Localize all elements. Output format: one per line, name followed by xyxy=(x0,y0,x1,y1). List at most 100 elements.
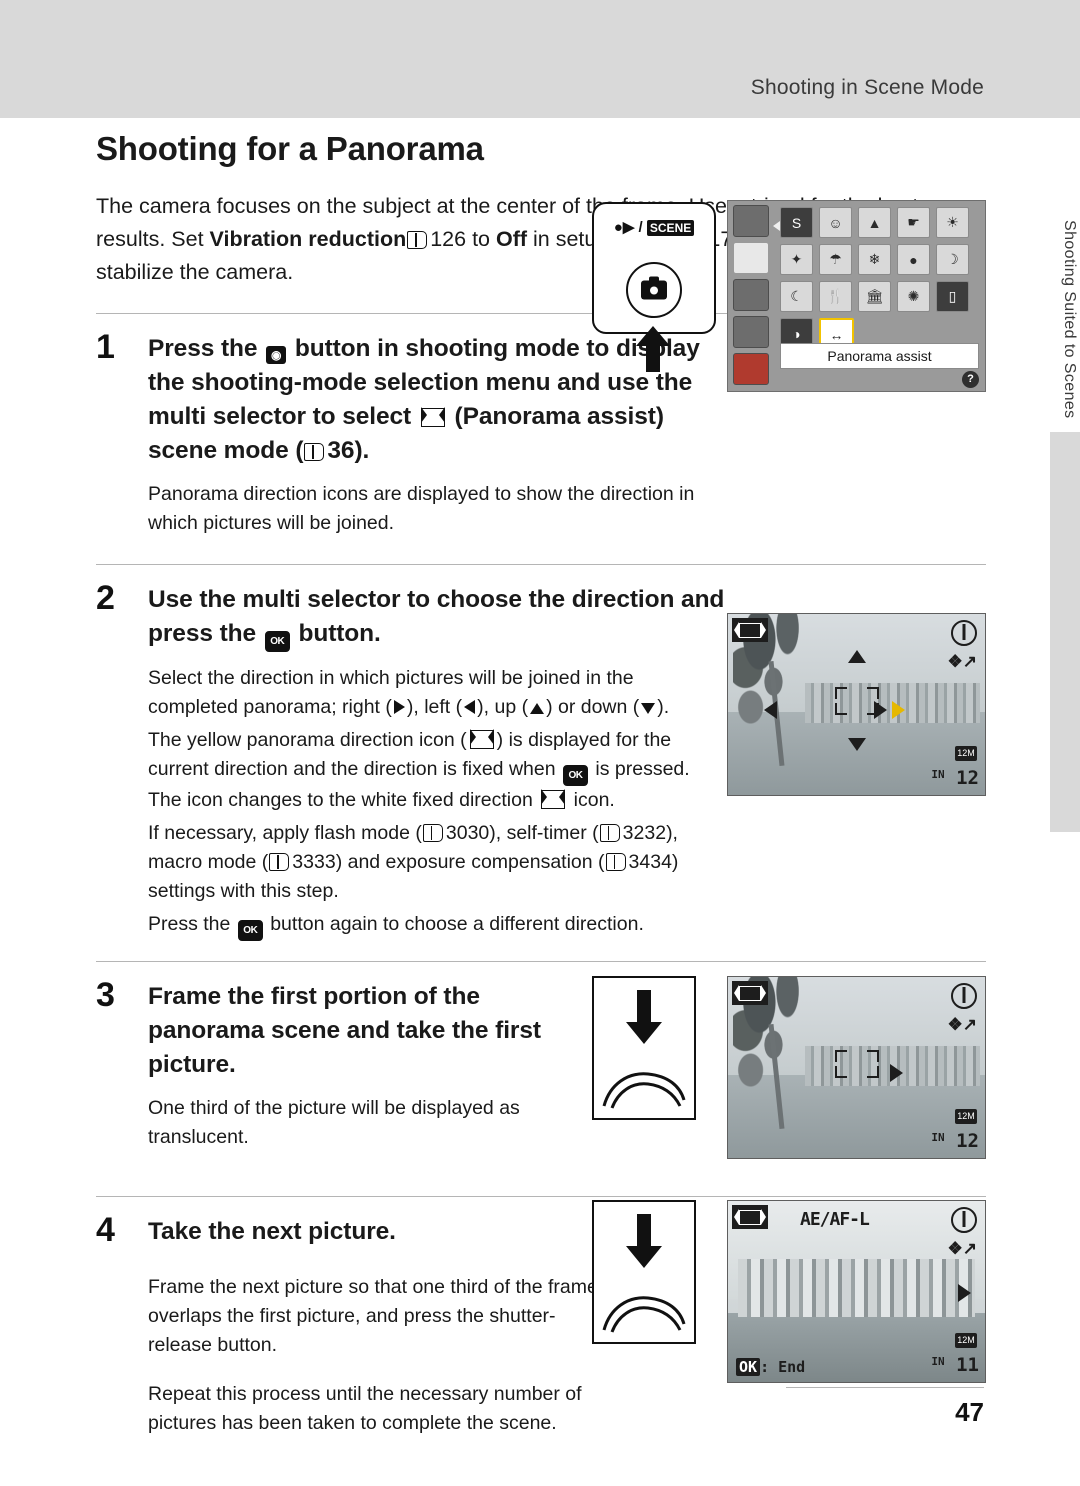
step-2-number: 2 xyxy=(96,579,115,617)
press-up-arrow-icon xyxy=(636,326,670,372)
step-2-heading: Use the multi selector to choose the dir… xyxy=(148,583,728,652)
scene-mode-glyph: SCENE xyxy=(646,220,695,236)
lcd4-frames-remaining: IN 11 xyxy=(931,1354,979,1376)
lcd4-macro-icon: ❖↗ xyxy=(947,1239,977,1258)
sidebar-icon-smart xyxy=(733,316,769,348)
ok-button-icon: OK xyxy=(264,631,290,652)
lcd2-focus-brackets xyxy=(834,686,879,715)
t: The yellow panorama direction icon ( xyxy=(148,729,467,751)
step-4-note-2: Repeat this process until the necessary … xyxy=(148,1383,582,1434)
figure-lcd-step3: ❖↗ 12M IN 12 xyxy=(727,976,986,1159)
ref-exposure: 34 xyxy=(628,851,651,873)
intro-bold-off: Off xyxy=(495,227,528,251)
lcd2-direction-left xyxy=(764,700,777,719)
lcd3-direction-right-fixed xyxy=(889,1063,903,1082)
scene-icon-landscape: ▲ xyxy=(858,207,891,238)
panorama-assist-icon xyxy=(420,407,445,427)
book-ref-icon xyxy=(304,443,325,461)
t: icon. xyxy=(568,789,615,811)
scene-icon-sports: ☛ xyxy=(897,207,930,238)
lcd4-image-size: 12M xyxy=(955,1333,977,1348)
lcd4-cityscape xyxy=(738,1258,975,1317)
divider xyxy=(96,564,986,565)
lcd3-battery-icon xyxy=(951,983,977,1009)
help-badge-icon: ? xyxy=(962,371,979,388)
lcd2-macro-icon: ❖↗ xyxy=(947,652,977,671)
lcd3-image-size: 12M xyxy=(955,1109,977,1124)
scene-icon-portrait: ☺ xyxy=(819,207,852,238)
lcd3-in-prefix: IN xyxy=(931,1131,945,1144)
scene-icon-grid: S ☺ ▲ ☛ ☀ ✦ ☂ ❄ ● ☽ ☾ 🍴 🏛 ✺ ▯ ◑ ↔ xyxy=(780,207,979,357)
scene-icon-dusk: ☽ xyxy=(936,244,969,275)
step-3-note-1: One third of the picture will be display… xyxy=(148,1097,520,1148)
scene-icon-museum: 🏛 xyxy=(858,281,891,312)
step-1-body: Panorama direction icons are displayed t… xyxy=(148,480,708,538)
lcd4-battery-icon xyxy=(951,1207,977,1233)
t: Press the xyxy=(148,913,236,935)
arrow-right-icon xyxy=(393,700,405,714)
lcd3-panorama-mode-icon xyxy=(732,981,768,1005)
panorama-direction-icon xyxy=(469,729,494,749)
step-1-heading-d: ). xyxy=(354,437,370,464)
figure-lcd-step4: AE/AF-L ❖↗ 12M IN 11 OK: End xyxy=(727,1200,986,1383)
intro-text-2: to xyxy=(466,227,496,251)
sidebar-icon-portrait xyxy=(733,279,769,311)
step-3-heading: Frame the first portion of the panorama … xyxy=(148,983,541,1078)
book-ref-icon xyxy=(605,853,626,871)
scene-icon-food: 🍴 xyxy=(819,281,852,312)
ref-macro: 33 xyxy=(292,851,314,873)
book-ref-icon xyxy=(422,824,443,842)
lcd4-in-prefix: IN xyxy=(931,1355,945,1368)
step-1-heading-a: Press the xyxy=(148,335,265,362)
fixed-direction-icon xyxy=(541,789,566,809)
menu-left-arrow-icon xyxy=(773,221,780,231)
sidebar-icon-scene xyxy=(733,242,769,274)
divider xyxy=(96,1196,986,1197)
book-ref-icon xyxy=(599,824,620,842)
scene-icon-copy: ▯ xyxy=(936,281,969,312)
scene-row-2: ✦ ☂ ❄ ● ☽ xyxy=(780,244,979,275)
arrow-left-icon xyxy=(464,700,476,714)
footer-divider xyxy=(786,1387,984,1388)
t: ), up ( xyxy=(477,696,529,718)
sidebar-icon-auto xyxy=(733,205,769,237)
step-2-body: Select the direction in which pictures w… xyxy=(148,664,728,941)
book-ref-icon xyxy=(407,231,428,249)
step-2-heading-b: button. xyxy=(291,620,381,647)
figure-lcd-step2: ❖↗ 12M IN 12 xyxy=(727,613,986,796)
lcd3-macro-icon: ❖↗ xyxy=(947,1015,977,1034)
scene-icon-night-portrait: ☀ xyxy=(936,207,969,238)
press-down-arrow-icon xyxy=(626,990,662,1044)
divider xyxy=(96,961,986,962)
intro-bold-vibration-reduction: Vibration reduction xyxy=(209,227,407,251)
step-4-heading: Take the next picture. xyxy=(148,1218,396,1245)
lcd4-direction-right-fixed xyxy=(958,1284,971,1303)
step-3-number: 3 xyxy=(96,976,115,1014)
scene-icon-snow: ❄ xyxy=(858,244,891,275)
lcd2-frames-remaining: IN 12 xyxy=(931,767,979,789)
figure-press-shutter-step4 xyxy=(592,1200,696,1344)
scene-row-3: ☾ 🍴 🏛 ✺ ▯ xyxy=(780,281,979,312)
arrow-up-icon xyxy=(530,703,545,714)
lcd3-frames-remaining: IN 12 xyxy=(931,1130,979,1152)
t: 33) and exposure compensation ( xyxy=(314,851,605,873)
lcd2-direction-up xyxy=(847,650,866,663)
lcd2-battery-icon xyxy=(951,620,977,646)
scene-icon-party: ✦ xyxy=(780,244,813,275)
lcd4-end-hint: OK: End xyxy=(736,1358,805,1376)
scene-icon-night-landscape: ☾ xyxy=(780,281,813,312)
step-2-note-4: Press the OK button again to choose a di… xyxy=(148,910,728,941)
menu-sidebar xyxy=(730,203,770,389)
hand-finger-icon xyxy=(602,1072,686,1109)
lcd2-count-value: 12 xyxy=(956,767,979,789)
scene-icon-fireworks: ✺ xyxy=(897,281,930,312)
lcd4-ok-key: OK xyxy=(736,1358,761,1376)
step-1-note-1: Panorama direction icons are displayed t… xyxy=(148,483,695,534)
arrow-down-icon xyxy=(641,703,656,714)
t: If necessary, apply flash mode ( xyxy=(148,822,422,844)
lcd4-end-label: : End xyxy=(760,1358,806,1376)
step-2-note-3: If necessary, apply flash mode (3030), s… xyxy=(148,819,728,906)
lcd2-image-size: 12M xyxy=(955,746,977,761)
manual-page: Shooting in Scene Mode Shooting Suited t… xyxy=(0,0,1080,1486)
step-2-heading-a: Use the multi selector to choose the dir… xyxy=(148,586,725,647)
